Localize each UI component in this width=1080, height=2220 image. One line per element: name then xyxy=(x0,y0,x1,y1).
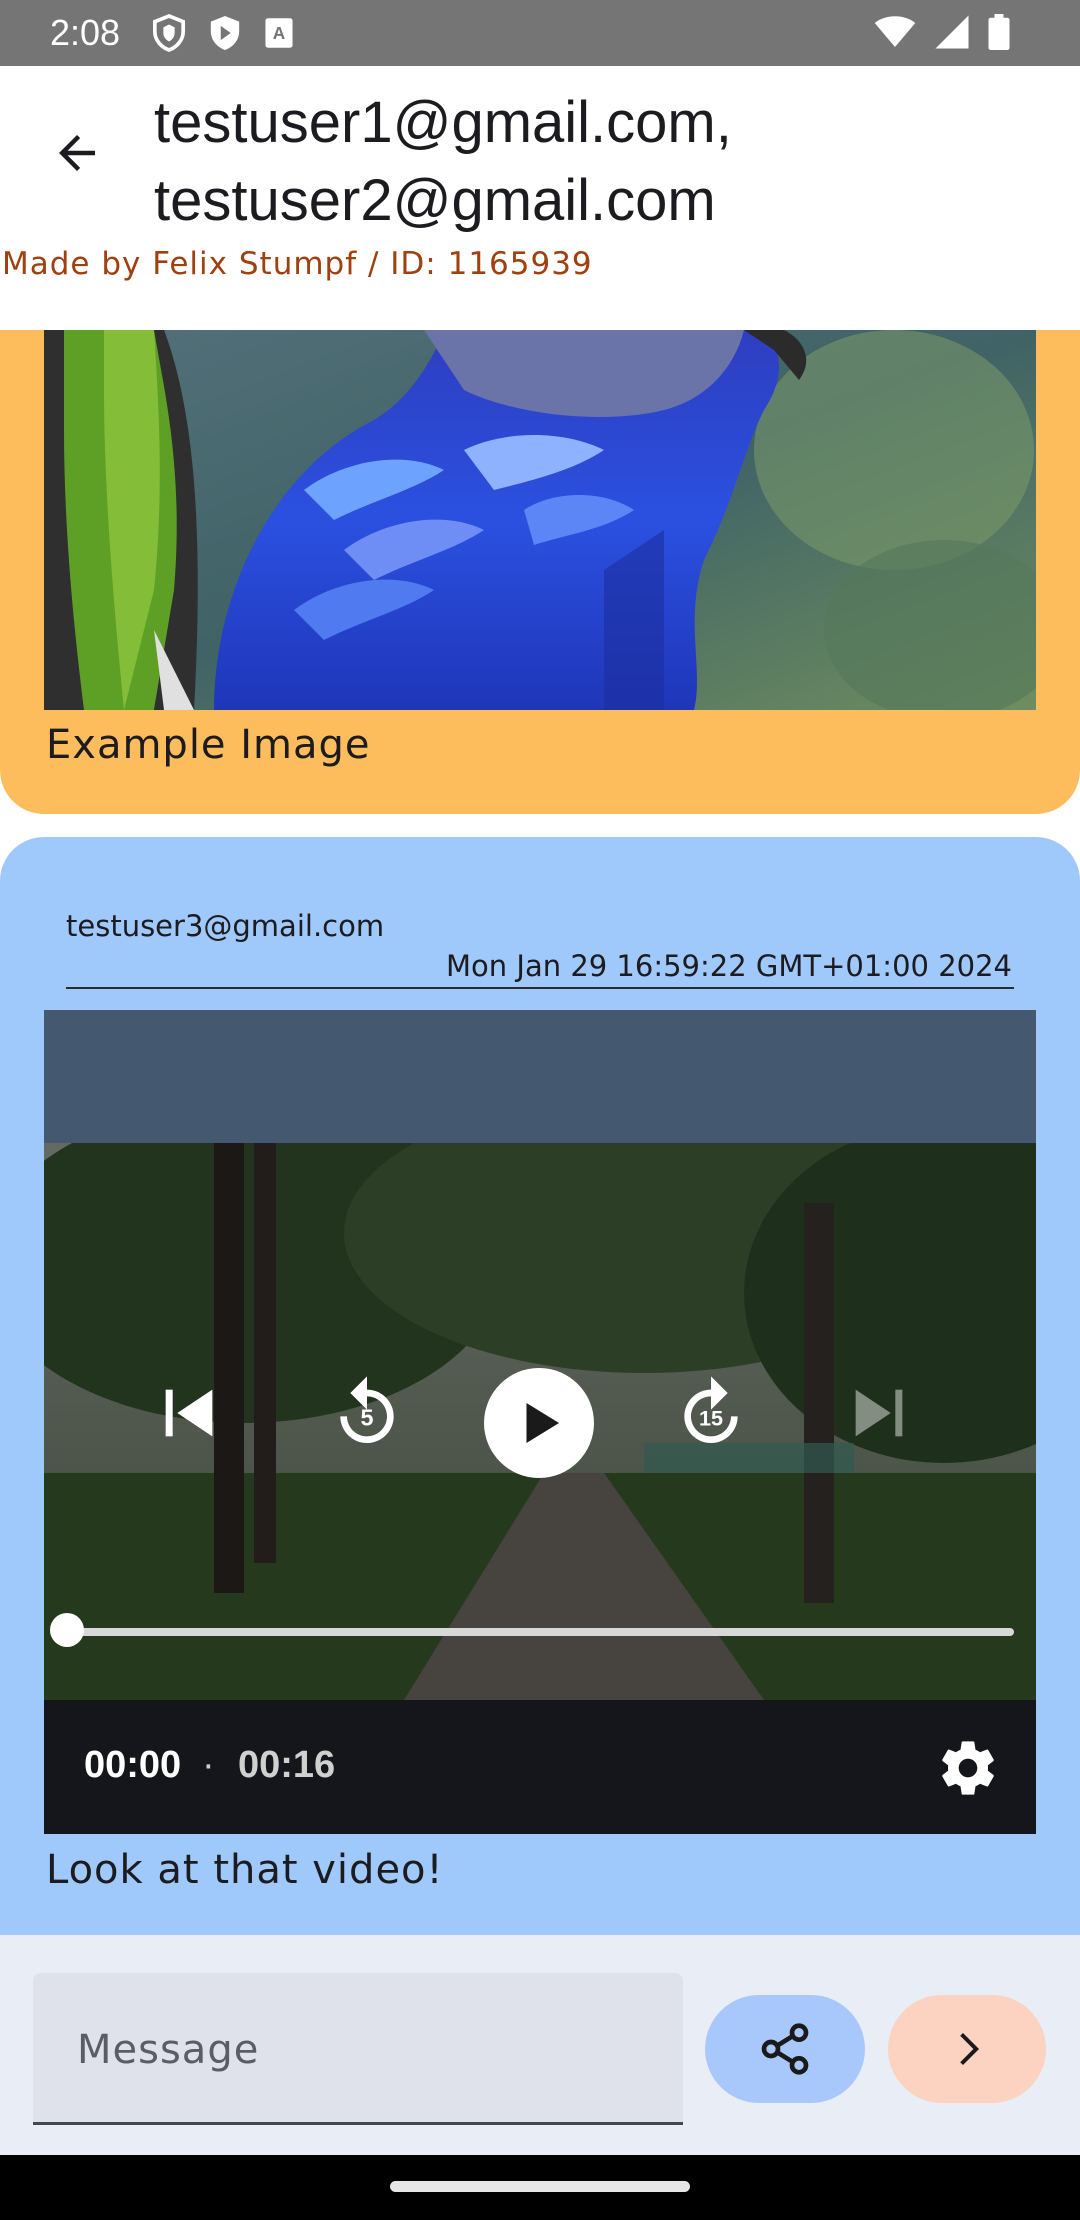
share-icon xyxy=(761,2023,809,2075)
message-bubble-image: Example Image xyxy=(0,330,1080,814)
battery-icon xyxy=(988,14,1010,55)
video-control-bar: 00:00 · 00:16 xyxy=(44,1700,1036,1834)
send-button[interactable] xyxy=(888,1995,1046,2103)
time-current: 00:00 xyxy=(84,1744,182,1786)
message-input[interactable]: Message xyxy=(33,1973,683,2125)
page-title: testuser1@gmail.com, testuser2@gmail.com xyxy=(154,90,732,233)
share-button[interactable] xyxy=(705,1995,865,2103)
message-bubble-video: testuser3@gmail.com Mon Jan 29 16:59:22 … xyxy=(0,837,1080,1935)
wifi-icon xyxy=(874,15,916,54)
seekbar-thumb[interactable] xyxy=(50,1613,84,1647)
sender-email: testuser3@gmail.com xyxy=(66,909,385,943)
time-total: 00:16 xyxy=(238,1744,336,1786)
skip-previous-button[interactable] xyxy=(154,1378,224,1448)
play-icon xyxy=(526,1403,559,1443)
parrot-image xyxy=(44,330,1036,710)
chevron-right-icon xyxy=(960,2033,979,2065)
divider xyxy=(66,987,1014,989)
video-caption: Look at that video! xyxy=(46,1847,444,1893)
message-feed[interactable]: Example Image testuser3@gmail.com Mon Ja… xyxy=(0,330,1080,1935)
arrow-left-icon xyxy=(59,135,95,171)
back-button[interactable] xyxy=(40,116,114,190)
message-timestamp: Mon Jan 29 16:59:22 GMT+01:00 2024 xyxy=(446,949,1012,983)
status-bar: 2:08 A xyxy=(0,0,1080,66)
seekbar[interactable] xyxy=(66,1628,1014,1636)
play-button[interactable] xyxy=(484,1368,594,1478)
replay-5-button[interactable]: 5 xyxy=(327,1373,407,1453)
shield-filled-icon xyxy=(208,14,242,57)
app-header: testuser1@gmail.com, testuser2@gmail.com… xyxy=(0,66,1080,330)
status-time: 2:08 xyxy=(50,12,121,53)
video-frame[interactable]: 5 15 xyxy=(44,1143,1036,1700)
forward-15-icon: 15 xyxy=(684,1376,738,1443)
skip-next-button[interactable] xyxy=(844,1378,914,1448)
message-image[interactable] xyxy=(44,330,1036,710)
svg-text:5: 5 xyxy=(361,1405,374,1431)
skip-previous-icon xyxy=(165,1389,213,1437)
replay-5-icon: 5 xyxy=(340,1376,394,1443)
settings-icon xyxy=(942,1741,994,1795)
home-indicator[interactable] xyxy=(390,2181,690,2192)
keyboard-a-icon: A xyxy=(264,17,294,54)
credit-text: Made by Felix Stumpf / ID: 1165939 xyxy=(2,246,593,282)
forward-15-button[interactable]: 15 xyxy=(671,1373,751,1453)
svg-text:15: 15 xyxy=(699,1406,723,1431)
svg-text:A: A xyxy=(273,23,285,43)
time-separator: · xyxy=(202,1744,215,1786)
status-icons-left: A xyxy=(152,14,294,57)
status-icons-right xyxy=(874,14,1010,55)
message-placeholder: Message xyxy=(77,2027,260,2073)
skip-next-icon xyxy=(855,1389,903,1437)
shield-icon xyxy=(152,14,186,57)
navigation-bar xyxy=(0,2155,1080,2220)
settings-button[interactable] xyxy=(936,1736,1000,1800)
message-composer: Message xyxy=(0,1935,1080,2155)
signal-icon xyxy=(934,14,970,55)
video-player[interactable]: 5 15 00:00 · 00:16 xyxy=(44,1010,1036,1834)
image-caption: Example Image xyxy=(46,722,371,768)
